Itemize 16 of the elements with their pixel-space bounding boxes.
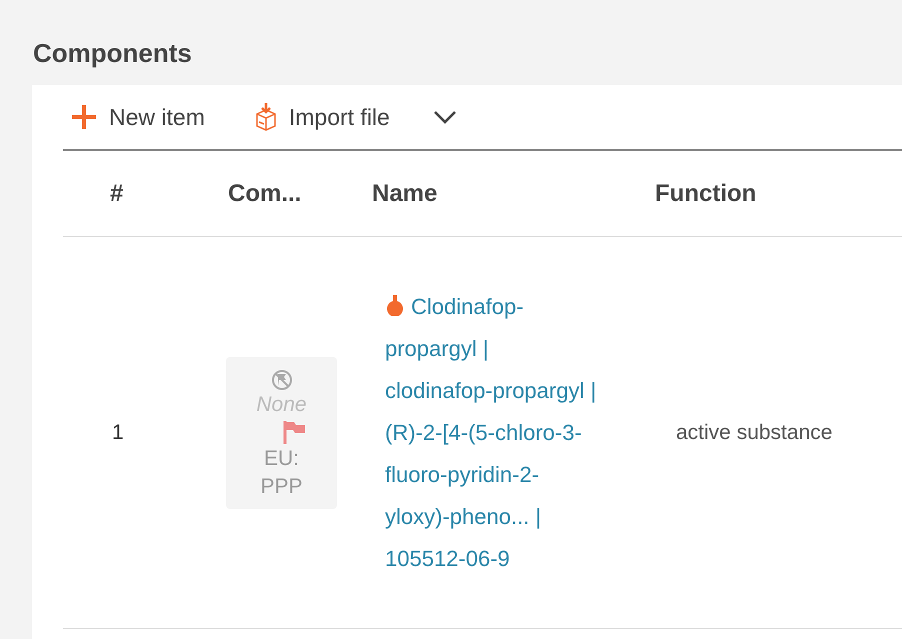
no-flag-icon: [270, 368, 292, 390]
new-item-button[interactable]: New item: [63, 102, 211, 132]
column-header[interactable]: #: [110, 180, 124, 208]
row-number: 1: [112, 420, 124, 444]
import-file-button[interactable]: Import file: [246, 102, 396, 132]
status-text: None: [256, 392, 307, 418]
flask-icon: [385, 294, 405, 316]
flag-icon: [282, 418, 308, 444]
section-title: Components: [32, 37, 193, 70]
function-text: active substance: [676, 420, 832, 444]
column-header[interactable]: Com...: [228, 180, 302, 208]
substance-link[interactable]: Clodinafop-propargyl | clodinafop-propargyl | (R)-2-[4-(5-chloro-3-fluoro-pyridin-2-yloxy)-pheno... | 105512-06-9: [385, 286, 597, 580]
column-header[interactable]: Name: [372, 180, 438, 208]
region-text: EU: PPP: [259, 446, 304, 500]
column-header[interactable]: Function: [655, 180, 756, 208]
plus-icon: [69, 102, 99, 132]
